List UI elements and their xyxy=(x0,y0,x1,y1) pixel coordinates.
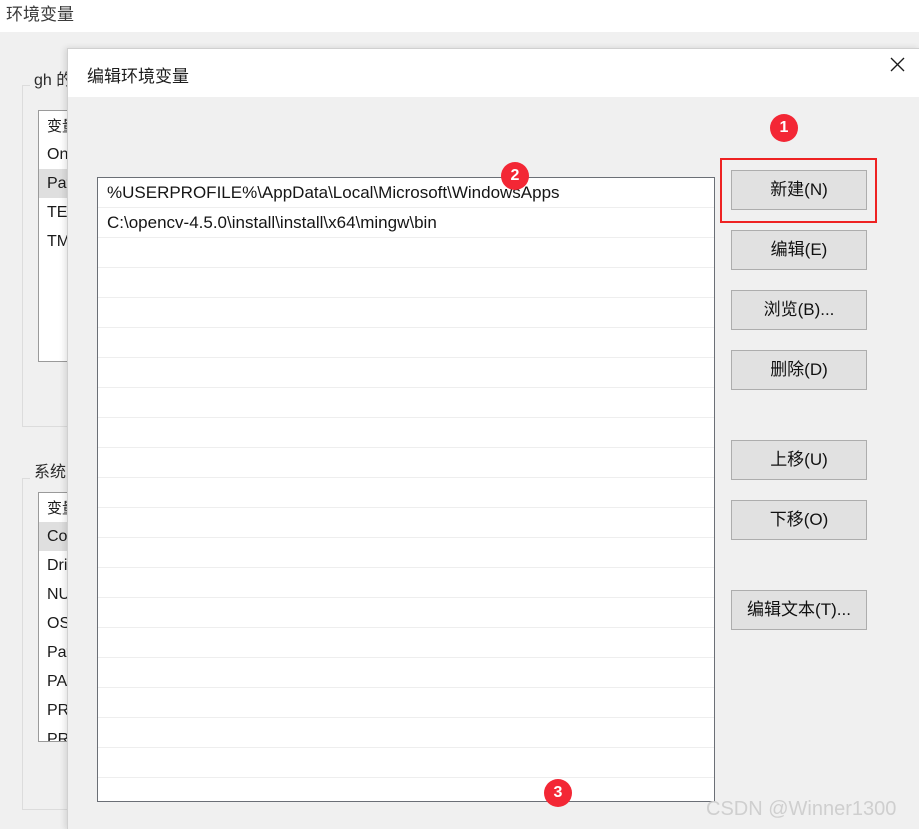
list-item-empty[interactable] xyxy=(98,418,714,448)
list-item[interactable]: %USERPROFILE%\AppData\Local\Microsoft\Wi… xyxy=(98,178,714,208)
list-item-empty[interactable] xyxy=(98,298,714,328)
list-item-empty[interactable] xyxy=(98,688,714,718)
watermark: CSDN @Winner1300 xyxy=(706,798,897,820)
path-entry-listbox[interactable]: %USERPROFILE%\AppData\Local\Microsoft\Wi… xyxy=(97,177,715,802)
close-icon[interactable] xyxy=(874,49,919,79)
annotation-badge-3: 3 xyxy=(544,779,572,807)
list-item-empty[interactable] xyxy=(98,238,714,268)
screenshot-root: 环境变量 gh 的 变量 On Pat TE TM 系统变 变量 Co Dri … xyxy=(0,0,919,829)
edit-button[interactable]: 编辑(E) xyxy=(731,230,867,270)
dialog-body: %USERPROFILE%\AppData\Local\Microsoft\Wi… xyxy=(68,97,919,829)
move-up-button[interactable]: 上移(U) xyxy=(731,440,867,480)
list-item-empty[interactable] xyxy=(98,598,714,628)
dialog-titlebar: 编辑环境变量 xyxy=(68,49,919,97)
annotation-badge-2: 2 xyxy=(501,162,529,190)
list-item-empty[interactable] xyxy=(98,538,714,568)
list-item-empty[interactable] xyxy=(98,568,714,598)
edit-text-button[interactable]: 编辑文本(T)... xyxy=(731,590,867,630)
edit-environment-variable-dialog: 编辑环境变量 %USERPROFILE%\AppData\Local\Micro… xyxy=(67,48,919,829)
list-item-empty[interactable] xyxy=(98,358,714,388)
list-item-empty[interactable] xyxy=(98,718,714,748)
new-button[interactable]: 新建(N) xyxy=(731,170,867,210)
annotation-badge-1: 1 xyxy=(770,114,798,142)
list-item-empty[interactable] xyxy=(98,328,714,358)
list-item[interactable]: C:\opencv-4.5.0\install\install\x64\ming… xyxy=(98,208,714,238)
list-item-empty[interactable] xyxy=(98,658,714,688)
list-item-empty[interactable] xyxy=(98,778,714,801)
dialog-title: 编辑环境变量 xyxy=(87,67,189,86)
list-item-empty[interactable] xyxy=(98,448,714,478)
list-item-empty[interactable] xyxy=(98,268,714,298)
delete-button[interactable]: 删除(D) xyxy=(731,350,867,390)
list-item-empty[interactable] xyxy=(98,508,714,538)
list-item-empty[interactable] xyxy=(98,748,714,778)
list-item-empty[interactable] xyxy=(98,388,714,418)
list-item-empty[interactable] xyxy=(98,628,714,658)
browse-button[interactable]: 浏览(B)... xyxy=(731,290,867,330)
list-item-empty[interactable] xyxy=(98,478,714,508)
move-down-button[interactable]: 下移(O) xyxy=(731,500,867,540)
window-title: 环境变量 xyxy=(6,5,74,24)
